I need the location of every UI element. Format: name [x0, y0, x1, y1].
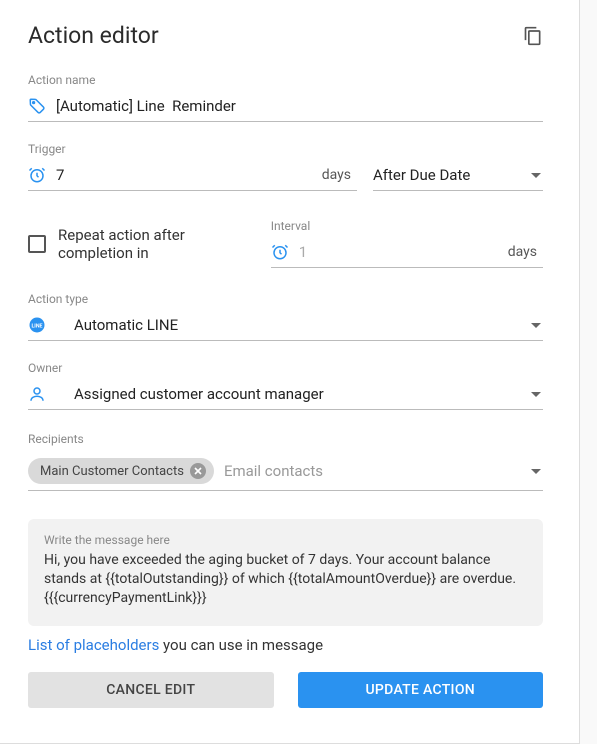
chevron-down-icon: [531, 173, 541, 178]
page-title: Action editor: [28, 22, 159, 49]
recipient-chip-label: Main Customer Contacts: [40, 464, 184, 479]
chip-remove-icon[interactable]: [190, 463, 206, 479]
interval-field: Interval days: [271, 219, 543, 268]
message-body: Hi, you have exceeded the aging bucket o…: [44, 551, 527, 608]
interval-input[interactable]: [299, 243, 498, 261]
trigger-when-select[interactable]: After Due Date: [373, 162, 543, 191]
action-name-label: Action name: [28, 73, 543, 87]
tag-icon: [28, 97, 46, 115]
copy-icon[interactable]: [523, 26, 543, 46]
action-type-field: Action type LINE Automatic LINE: [28, 292, 543, 341]
recipients-label: Recipients: [28, 432, 543, 446]
action-editor-panel: Action editor Action name Trigger: [0, 0, 580, 744]
trigger-unit: days: [322, 167, 351, 183]
action-type-select[interactable]: LINE Automatic LINE: [28, 312, 543, 341]
repeat-row: Repeat action after completion in Interv…: [28, 219, 543, 268]
repeat-checkbox[interactable]: [28, 235, 46, 253]
chevron-down-icon: [531, 469, 541, 474]
owner-label: Owner: [28, 361, 543, 375]
clock-icon: [271, 243, 289, 261]
trigger-when-value: After Due Date: [373, 166, 515, 184]
placeholders-help: List of placeholders you can use in mess…: [28, 636, 543, 654]
svg-text:LINE: LINE: [31, 323, 42, 329]
action-type-label: Action type: [28, 292, 543, 306]
trigger-value-input[interactable]: [56, 166, 312, 184]
buttons-row: CANCEL EDIT UPDATE ACTION: [28, 672, 543, 708]
owner-field: Owner Assigned customer account manager: [28, 361, 543, 410]
header: Action editor: [28, 22, 543, 49]
chevron-down-icon: [531, 392, 541, 397]
trigger-field: Trigger days After Due: [28, 142, 543, 191]
recipients-field: Recipients Main Customer Contacts Email …: [28, 432, 543, 491]
message-placeholder-label: Write the message here: [44, 533, 527, 547]
recipients-input-row[interactable]: Main Customer Contacts Email contacts: [28, 452, 543, 491]
owner-value: Assigned customer account manager: [56, 385, 515, 403]
person-icon: [28, 385, 46, 403]
clock-icon: [28, 166, 46, 184]
interval-unit: days: [508, 244, 537, 260]
cancel-button[interactable]: CANCEL EDIT: [28, 672, 274, 708]
recipient-chip[interactable]: Main Customer Contacts: [28, 458, 214, 484]
action-name-field: Action name: [28, 73, 543, 122]
placeholders-link[interactable]: List of placeholders: [28, 636, 159, 654]
chevron-down-icon: [531, 323, 541, 328]
interval-label: Interval: [271, 219, 543, 233]
line-app-icon: LINE: [28, 316, 46, 334]
action-type-value: Automatic LINE: [56, 316, 515, 334]
placeholders-rest: you can use in message: [159, 636, 323, 654]
repeat-label: Repeat action after completion in: [58, 226, 241, 262]
action-name-input[interactable]: [56, 97, 543, 115]
owner-select[interactable]: Assigned customer account manager: [28, 381, 543, 410]
trigger-label: Trigger: [28, 142, 543, 156]
update-button[interactable]: UPDATE ACTION: [298, 672, 544, 708]
recipients-placeholder: Email contacts: [224, 462, 515, 480]
message-box[interactable]: Write the message here Hi, you have exce…: [28, 519, 543, 626]
